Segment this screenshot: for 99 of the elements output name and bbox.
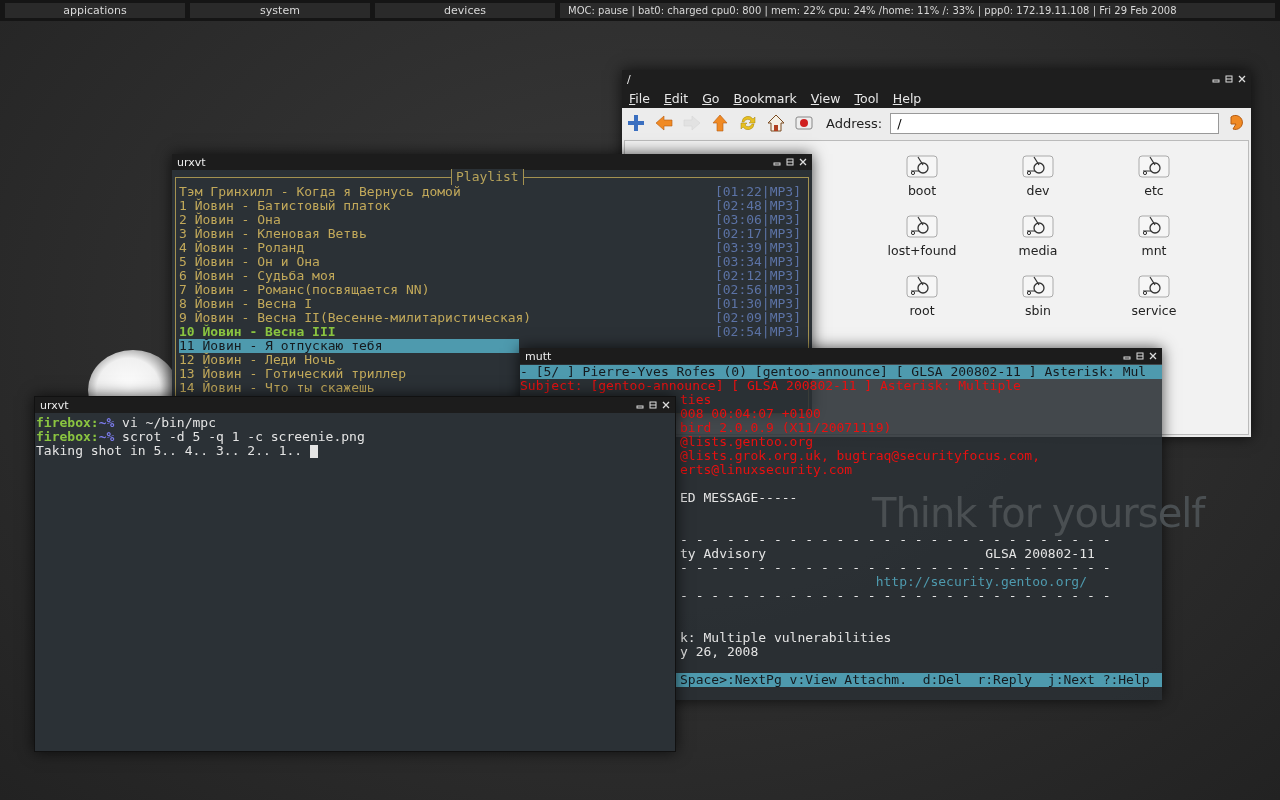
menu-item[interactable]: Bookmark bbox=[733, 90, 797, 106]
status-text: Space>:NextPg v:View Attachm. d:Del r:Reply j:Next ?:Help bbox=[680, 672, 1150, 687]
window-title: / bbox=[627, 72, 631, 86]
playlist-track[interactable]: Тэм Гринхилл - Когда я Вернусь домой bbox=[179, 185, 461, 199]
header-line: bird 2.0.0.9 (X11/20071119) bbox=[680, 420, 892, 435]
playlist-track[interactable]: 5 Йовин - Он и Она bbox=[179, 255, 320, 269]
command-text: vi ~/bin/mpc bbox=[122, 416, 216, 430]
folder-name[interactable]: media bbox=[1018, 243, 1058, 258]
playlist-track[interactable]: 7 Йовин - Романс(посвящается NN) bbox=[179, 283, 430, 297]
address-label: Address: bbox=[826, 115, 883, 131]
message-link[interactable]: http://security.gentoo.org/ bbox=[680, 574, 1087, 589]
prompt-path: ~% bbox=[98, 416, 115, 430]
folder-name[interactable]: etc bbox=[1144, 183, 1164, 198]
playlist-track[interactable]: 2 Йовин - Она bbox=[179, 213, 281, 227]
header-line: Subject: [gentoo-announce] [ GLSA 200802-11 ] Asterisk: Multiple bbox=[520, 378, 1021, 393]
track-duration: [02:17|MP3] bbox=[714, 227, 801, 241]
track-duration: [02:56|MP3] bbox=[714, 283, 801, 297]
output-text: Taking shot in 5.. 4.. 3.. 2.. 1.. bbox=[36, 444, 303, 458]
folder-name[interactable]: boot bbox=[907, 183, 937, 198]
close-icon[interactable] bbox=[799, 158, 807, 166]
message-line: ty Advisory GLSA 200802-11 bbox=[680, 546, 1095, 561]
header-line: ties bbox=[680, 392, 712, 407]
drive-icon[interactable] bbox=[1022, 213, 1054, 239]
address-field[interactable]: / bbox=[890, 112, 1219, 134]
playlist-track[interactable]: 6 Йовин - Судьба моя bbox=[179, 269, 336, 283]
playlist-track[interactable]: 14 Йовин - Что ты скажешь bbox=[179, 381, 375, 395]
menu-item[interactable]: Tool bbox=[854, 90, 879, 106]
playlist-track[interactable]: 3 Йовин - Кленовая Ветвь bbox=[179, 227, 367, 241]
message-line: k: Multiple vulnerabilities bbox=[680, 630, 892, 645]
command-text: scrot -d 5 -q 1 -c screenie.png bbox=[122, 430, 365, 444]
drive-icon[interactable] bbox=[906, 273, 938, 299]
close-icon[interactable] bbox=[662, 401, 670, 409]
header-line: erts@linuxsecurity.com bbox=[680, 462, 853, 477]
playlist-track[interactable]: 8 Йовин - Весна I bbox=[179, 297, 313, 311]
maximize-icon[interactable] bbox=[1136, 352, 1144, 360]
close-icon[interactable] bbox=[1238, 75, 1246, 83]
maximize-icon[interactable] bbox=[1225, 75, 1233, 83]
track-duration: [03:06|MP3] bbox=[714, 213, 801, 227]
drive-icon[interactable] bbox=[1022, 153, 1054, 179]
panel-menu-button[interactable]: appications bbox=[5, 3, 185, 18]
playlist-track[interactable]: 11 Йовин - Я отпускаю тебя bbox=[179, 339, 519, 353]
window-title: mutt bbox=[525, 349, 552, 363]
home-icon[interactable] bbox=[766, 113, 786, 133]
playlist-track[interactable]: 1 Йовин - Батистовый платок bbox=[179, 199, 391, 213]
track-duration: [02:54|MP3] bbox=[714, 325, 801, 339]
playlist-track[interactable]: 9 Йовин - Весна II(Весенне-милитаристическая) bbox=[179, 311, 532, 325]
window-title: urxvt bbox=[177, 155, 206, 169]
message-line: - - - - - - - - - - - - - - - - - - - - - - - - - - - - bbox=[680, 532, 1111, 547]
drive-icon[interactable] bbox=[1022, 273, 1054, 299]
folder-name[interactable]: sbin bbox=[1025, 303, 1051, 318]
folder-name[interactable]: root bbox=[909, 303, 935, 318]
menu-item[interactable]: Go bbox=[702, 90, 720, 106]
folder-name[interactable]: mnt bbox=[1141, 243, 1167, 258]
folder-name[interactable]: dev bbox=[1026, 183, 1050, 198]
folder-name[interactable]: lost+found bbox=[887, 243, 957, 258]
drive-icon[interactable] bbox=[906, 213, 938, 239]
playlist-track[interactable]: 13 Йовин - Готический триллер bbox=[179, 367, 406, 381]
message-line: - - - - - - - - - - - - - - - - - - - - - - - - - - - - bbox=[680, 588, 1111, 603]
system-status-text: MOC: pause | bat0: charged cpu0: 800 | mem: 22% cpu: 24% /home: 11% /: 33% | ppp0: 172.19.11.108 | Fri 29 Feb 2008 bbox=[560, 3, 1275, 18]
track-duration: [03:34|MP3] bbox=[714, 255, 801, 269]
drive-icon[interactable] bbox=[1138, 213, 1170, 239]
drive-icon[interactable] bbox=[1138, 153, 1170, 179]
maximize-icon[interactable] bbox=[649, 401, 657, 409]
status-text: - [5/ ] Pierre-Yves Rofes (0) [gentoo-announce] [ GLSA 200802-11 ] Asterisk: Mul bbox=[520, 364, 1147, 379]
header-line: @lists.grok.org.uk, bugtraq@securityfocus.com, bbox=[680, 448, 1041, 463]
track-duration: [02:12|MP3] bbox=[714, 269, 801, 283]
track-duration: [02:48|MP3] bbox=[714, 199, 801, 213]
menu-item[interactable]: View bbox=[810, 90, 841, 106]
drive-icon[interactable] bbox=[1138, 273, 1170, 299]
menu-item[interactable]: Edit bbox=[663, 90, 689, 106]
prompt-host: firebox: bbox=[36, 430, 99, 444]
panel-menu-button[interactable]: devices bbox=[375, 3, 555, 18]
playlist-track[interactable]: 4 Йовин - Роланд bbox=[179, 241, 305, 255]
drive-icon[interactable] bbox=[906, 153, 938, 179]
track-duration: [01:22|MP3] bbox=[714, 185, 801, 199]
header-line: 008 00:04:07 +0100 bbox=[680, 406, 821, 421]
maximize-icon[interactable] bbox=[786, 158, 794, 166]
playlist-track[interactable]: 12 Йовин - Леди Ночь bbox=[179, 353, 336, 367]
menu-item[interactable]: Help bbox=[892, 90, 922, 106]
prompt-host: firebox: bbox=[36, 416, 99, 430]
message-line: ED MESSAGE----- bbox=[680, 490, 798, 505]
message-line: y 26, 2008 bbox=[680, 644, 759, 659]
track-duration: [03:39|MP3] bbox=[714, 241, 801, 255]
menu-item[interactable]: File bbox=[629, 90, 650, 106]
up-arrow-icon[interactable] bbox=[710, 113, 730, 133]
window-title: urxvt bbox=[40, 398, 69, 412]
plus-icon[interactable] bbox=[626, 113, 646, 133]
camera-icon[interactable] bbox=[794, 113, 814, 133]
playlist-heading: Playlist bbox=[451, 169, 524, 185]
panel-menu-button[interactable]: system bbox=[190, 3, 370, 18]
track-duration: [02:09|MP3] bbox=[714, 311, 801, 325]
track-duration: [01:30|MP3] bbox=[714, 297, 801, 311]
left-arrow-icon[interactable] bbox=[654, 113, 674, 133]
message-line: - - - - - - - - - - - - - - - - - - - - - - - - - - - - bbox=[680, 560, 1111, 575]
close-icon[interactable] bbox=[1149, 352, 1157, 360]
playlist-track[interactable]: 10 Йовин - Весна III bbox=[179, 325, 336, 339]
header-line: @lists.gentoo.org bbox=[680, 434, 814, 449]
folder-name[interactable]: service bbox=[1131, 303, 1177, 318]
prompt-path: ~% bbox=[98, 430, 115, 444]
